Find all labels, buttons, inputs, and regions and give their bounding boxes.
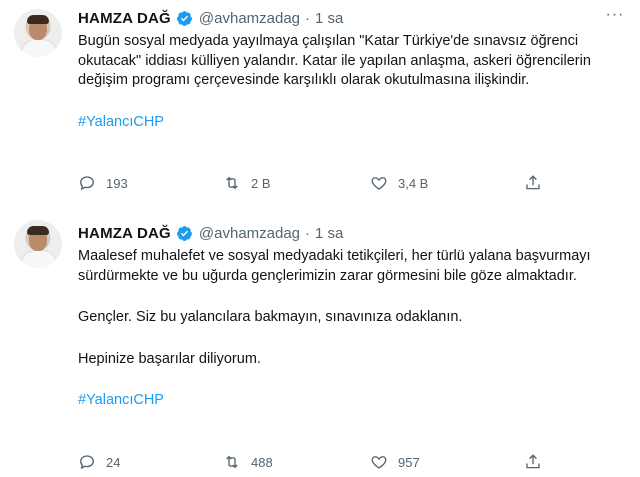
tweet[interactable]: HAMZA DAĞ @avhamzadag · 1 sa Maalesef mu… — [0, 210, 640, 477]
tweet[interactable]: HAMZA DAĞ @avhamzadag · 1 sa ··· Bugün s… — [0, 0, 640, 210]
retweet-button[interactable]: 2 B — [223, 174, 271, 192]
retweet-icon — [226, 455, 238, 469]
tweet-actions: 193 2 B 3,4 B — [78, 174, 558, 198]
tweet-paragraph: Gençler. Siz bu yalancılara bakmayın, sı… — [78, 309, 463, 325]
tweet-actions: 24 488 957 — [78, 453, 558, 477]
avatar[interactable] — [14, 220, 62, 268]
retweet-count: 488 — [251, 454, 273, 470]
share-icon — [526, 454, 540, 469]
more-icon[interactable]: ··· — [604, 7, 626, 28]
tweet-header: HAMZA DAĞ @avhamzadag · 1 sa — [78, 223, 343, 243]
reply-icon — [80, 455, 94, 470]
tweet-paragraph: Bugün sosyal medyada yayılmaya çalışılan… — [78, 33, 591, 88]
verified-badge-icon — [176, 225, 192, 241]
reply-count: 193 — [106, 175, 128, 191]
tweet-text: Maalesef muhalefet ve sosyal medyadaki t… — [78, 247, 623, 411]
reply-button[interactable]: 24 — [78, 453, 120, 471]
tweet-text: Bugün sosyal medyada yayılmaya çalışılan… — [78, 32, 623, 132]
heart-icon — [371, 177, 387, 190]
separator-dot: · — [305, 224, 311, 242]
reply-count: 24 — [106, 454, 121, 470]
like-button[interactable]: 957 — [370, 453, 420, 471]
hashtag-link[interactable]: #YalancıCHP — [78, 114, 164, 130]
retweet-button[interactable]: 488 — [223, 453, 273, 471]
author-name[interactable]: HAMZA DAĞ — [78, 10, 171, 27]
like-count: 957 — [398, 454, 420, 470]
heart-icon — [371, 456, 387, 469]
share-button[interactable] — [524, 453, 542, 471]
tweet-time[interactable]: 1 sa — [315, 225, 343, 242]
tweet-paragraph: Maalesef muhalefet ve sosyal medyadaki t… — [78, 248, 591, 284]
reply-icon — [80, 176, 94, 191]
avatar[interactable] — [14, 9, 62, 57]
tweet-time[interactable]: 1 sa — [315, 10, 343, 27]
tweet-paragraph: Hepinize başarılar diliyorum. — [78, 350, 261, 367]
author-handle[interactable]: @avhamzadag — [199, 225, 300, 242]
separator-dot: · — [305, 9, 311, 27]
share-icon — [526, 175, 540, 190]
author-handle[interactable]: @avhamzadag — [199, 10, 300, 27]
verified-badge-icon — [176, 10, 192, 26]
like-button[interactable]: 3,4 B — [370, 174, 428, 192]
tweet-header: HAMZA DAĞ @avhamzadag · 1 sa — [78, 8, 343, 28]
retweet-icon — [226, 176, 238, 190]
hashtag-link[interactable]: #YalancıCHP — [78, 392, 164, 408]
retweet-count: 2 B — [251, 175, 271, 191]
reply-button[interactable]: 193 — [78, 174, 128, 192]
like-count: 3,4 B — [398, 175, 429, 191]
author-name[interactable]: HAMZA DAĞ — [78, 225, 171, 242]
share-button[interactable] — [524, 174, 542, 192]
